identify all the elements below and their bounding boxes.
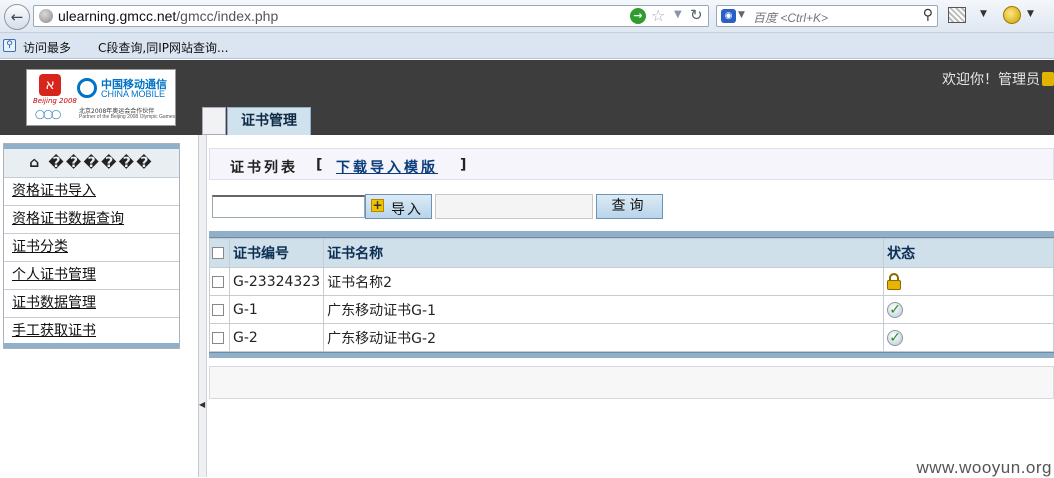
bookmarks-bar: ⚲ 访问最多 C段查询,同IP网站查询... (0, 33, 1054, 59)
cert-name: 广东移动证书G-1 (323, 295, 885, 324)
column-header-status: 状态 (883, 238, 1054, 268)
bookmark-c-segment-query[interactable]: C段查询,同IP网站查询... (98, 39, 228, 56)
cert-id: G-2 (228, 323, 325, 352)
bracket-open: [ (316, 157, 323, 173)
sidebar-item-cert-category[interactable]: 证书分类 (4, 233, 179, 261)
addon-icon[interactable] (1003, 6, 1021, 24)
browser-toolbar: ← ulearning.gmcc.net/gmcc/index.php → ☆ … (0, 0, 1054, 33)
search-bookmark-icon: ⚲ (3, 39, 16, 52)
tab-blank[interactable] (202, 107, 226, 135)
checkmark-icon[interactable]: ✓ (887, 329, 904, 346)
table-row: G-23324323 证书名称2 (209, 267, 1054, 296)
sidebar-splitter[interactable]: ◀ (199, 135, 207, 477)
go-arrow-icon[interactable]: → (630, 8, 646, 24)
sidebar-menu-footer (4, 343, 179, 348)
site-logo: א Beijing 2008 ◯◯◯ 中国移动通信 CHINA MOBILE 北… (26, 69, 176, 126)
cert-name: 广东移动证书G-2 (323, 323, 885, 352)
back-arrow-icon[interactable]: ← (4, 4, 30, 30)
china-mobile-logo-icon (77, 78, 97, 98)
beijing-2008-emblem-icon: א Beijing 2008 (33, 74, 77, 106)
checkmark-icon[interactable]: ✓ (887, 301, 904, 318)
lock-icon[interactable] (887, 273, 902, 290)
reload-icon[interactable]: ↻ (690, 6, 703, 24)
screenshot-tool-icon[interactable] (948, 7, 966, 23)
welcome-text: 欢迎你！管理员 (942, 72, 1040, 88)
query-button[interactable]: 查询 (596, 194, 663, 219)
tool-dropdown-icon[interactable]: ▼ (980, 9, 987, 19)
addon-dropdown-icon[interactable]: ▼ (1027, 9, 1034, 19)
pagination-bar (209, 366, 1054, 399)
row-checkbox[interactable] (212, 331, 224, 344)
cert-list-title-bar: 证书列表 [ 下载导入模版 ] (209, 148, 1054, 180)
cert-name: 证书名称2 (323, 267, 885, 296)
page-title: 证书列表 (230, 160, 298, 176)
sidebar-item-personal-cert[interactable]: 个人证书管理 (4, 261, 179, 289)
search-engine-icon[interactable]: ◉ (721, 9, 736, 23)
table-row: G-2 广东移动证书G-2 ✓ (209, 323, 1054, 352)
globe-icon (39, 9, 53, 23)
sidebar-menu-heading: ⌂ ������ (4, 144, 179, 177)
plus-icon: + (371, 198, 384, 212)
row-checkbox[interactable] (212, 275, 224, 288)
sidebar-item-cert-import[interactable]: 资格证书导入 (4, 177, 179, 205)
cert-id: G-23324323 (228, 267, 325, 296)
bookmark-star-icon[interactable]: ☆ (651, 6, 665, 25)
magnifier-icon[interactable]: ⚲ (923, 7, 933, 23)
column-header-cert-id: 证书编号 (228, 238, 325, 268)
sidebar: ⌂ ������ 资格证书导入 资格证书数据查询 证书分类 个人证书管理 证书数… (0, 135, 199, 477)
table-row: G-1 广东移动证书G-1 ✓ (209, 295, 1054, 324)
download-template-link[interactable]: 下载导入模版 (336, 157, 438, 177)
site-header: א Beijing 2008 ◯◯◯ 中国移动通信 CHINA MOBILE 北… (0, 60, 1054, 135)
home-icon: ⌂ (29, 155, 42, 171)
sidebar-item-cert-query[interactable]: 资格证书数据查询 (4, 205, 179, 233)
column-header-cert-name: 证书名称 (323, 238, 885, 268)
table-header-row: 证书编号 证书名称 状态 (209, 238, 1054, 268)
search-placeholder: 百度 <Ctrl+K> (753, 11, 829, 25)
table-top-bar (209, 231, 1054, 238)
collapse-arrow-icon[interactable]: ◀ (199, 400, 205, 409)
engine-dropdown-icon[interactable]: ▼ (738, 10, 745, 20)
history-dropdown-icon[interactable]: ▼ (674, 9, 682, 20)
search-bar[interactable]: ◉ ▼ 百度 <Ctrl+K> ⚲ (716, 5, 938, 27)
import-button[interactable]: + 导入 (365, 194, 432, 219)
query-input[interactable] (435, 194, 593, 219)
watermark: www.wooyun.org (916, 458, 1052, 477)
sidebar-menu: ⌂ ������ 资格证书导入 资格证书数据查询 证书分类 个人证书管理 证书数… (3, 143, 180, 349)
import-file-input[interactable] (212, 195, 365, 218)
sidebar-item-manual-fetch[interactable]: 手工获取证书 (4, 317, 179, 345)
select-all-checkbox[interactable] (212, 247, 224, 259)
cert-table: 证书编号 证书名称 状态 G-23324323 证书名称2 G-1 广东移动证书… (209, 231, 1054, 358)
row-checkbox[interactable] (212, 303, 224, 316)
bracket-close: ] (460, 157, 467, 173)
address-bar[interactable]: ulearning.gmcc.net/gmcc/index.php → ☆ ▼ … (33, 5, 709, 27)
cert-id: G-1 (228, 295, 325, 324)
olympic-rings-icon: ◯◯◯ (35, 110, 61, 120)
user-lock-icon[interactable] (1042, 72, 1054, 86)
url-text[interactable]: ulearning.gmcc.net/gmcc/index.php (58, 8, 278, 24)
sidebar-item-cert-data[interactable]: 证书数据管理 (4, 289, 179, 317)
table-bottom-bar (209, 352, 1054, 358)
bookmark-most-visited[interactable]: 访问最多 (23, 39, 71, 56)
tab-certificate-management[interactable]: 证书管理 (227, 107, 311, 135)
